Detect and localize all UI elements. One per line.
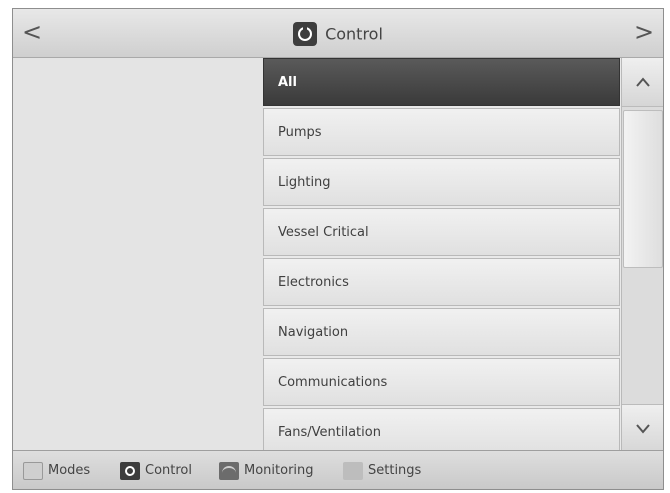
detail-panel (13, 58, 263, 453)
category-item-pumps[interactable]: Pumps (263, 108, 620, 156)
nav-tab-modes[interactable]: Modes (23, 460, 90, 482)
bottom-nav: Modes Control Monitoring Settings (13, 450, 663, 489)
header-bar: < Control > (13, 9, 663, 58)
nav-tab-monitoring[interactable]: Monitoring (219, 460, 314, 482)
page-title: Control (13, 22, 663, 46)
control-dial-icon (293, 22, 318, 46)
chevron-down-icon (636, 424, 650, 434)
scroll-thumb[interactable] (623, 110, 663, 268)
category-item-communications[interactable]: Communications (263, 358, 620, 406)
nav-tab-monitoring-label: Monitoring (244, 463, 314, 478)
nav-tab-control-label: Control (145, 463, 192, 478)
next-page-button[interactable]: > (629, 17, 659, 49)
category-item-electronics[interactable]: Electronics (263, 258, 620, 306)
settings-icon (343, 462, 363, 480)
chevron-up-icon (636, 77, 650, 87)
nav-tab-settings[interactable]: Settings (343, 460, 421, 482)
scroll-up-button[interactable] (622, 58, 663, 107)
nav-tab-control[interactable]: Control (120, 460, 192, 482)
scroll-down-button[interactable] (622, 404, 663, 453)
control-icon (120, 462, 140, 480)
nav-tab-settings-label: Settings (368, 463, 422, 478)
category-item-fans-ventilation[interactable]: Fans/Ventilation (263, 408, 620, 453)
category-item-lighting[interactable]: Lighting (263, 158, 620, 206)
modes-icon (23, 462, 43, 480)
category-list: All Pumps Lighting Vessel Critical Elect… (263, 58, 620, 453)
category-item-all[interactable]: All (263, 58, 620, 106)
app-window: < Control > All Pumps Lighting Vessel Cr… (12, 8, 664, 490)
category-item-vessel-critical[interactable]: Vessel Critical (263, 208, 620, 256)
category-item-navigation[interactable]: Navigation (263, 308, 620, 356)
list-scrollbar[interactable] (621, 58, 663, 453)
page-title-text: Control (325, 24, 383, 44)
monitoring-icon (219, 462, 239, 480)
nav-tab-modes-label: Modes (48, 463, 91, 478)
